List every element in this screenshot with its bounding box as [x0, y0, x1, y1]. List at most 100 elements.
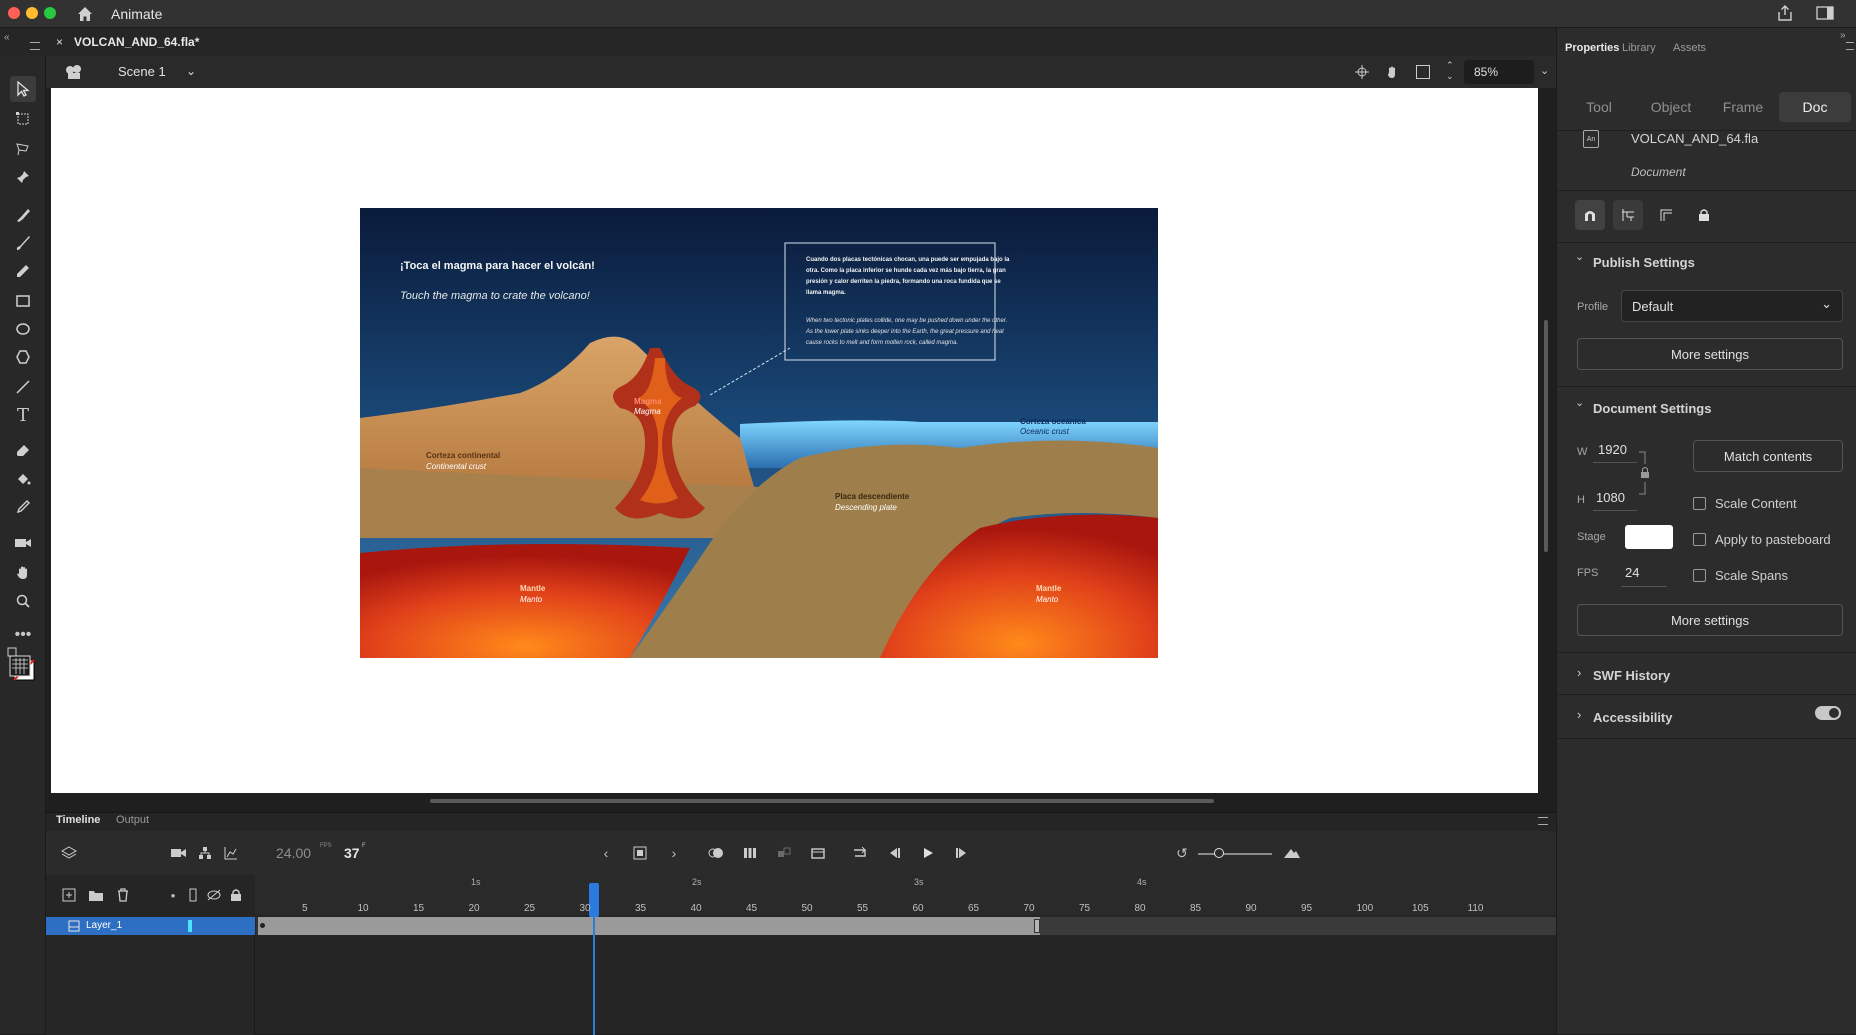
timeline-menu-icon[interactable] [1538, 817, 1548, 825]
next-keyframe-icon[interactable]: › [663, 842, 685, 864]
free-transform-tool-icon[interactable] [10, 106, 36, 132]
layers-icon[interactable] [58, 842, 80, 864]
zoom-field[interactable]: 85% [1464, 60, 1534, 84]
match-contents-button[interactable]: Match contents [1693, 440, 1843, 472]
width-field[interactable]: 1920 [1598, 442, 1627, 457]
frame-zoom-slider[interactable] [1198, 848, 1272, 858]
timeline-tab[interactable]: Timeline [56, 814, 100, 826]
step-back-icon[interactable] [883, 842, 905, 864]
camera-tool-icon[interactable] [10, 530, 36, 556]
subtab-frame[interactable]: Frame [1707, 92, 1779, 122]
zoom-tool-icon[interactable] [10, 588, 36, 614]
tab-assets[interactable]: Assets [1673, 42, 1706, 54]
clip-content-icon[interactable] [1416, 65, 1430, 79]
zoom-dropdown-icon[interactable]: ⌄ [1540, 64, 1549, 77]
swf-history-title[interactable]: SWF History [1593, 668, 1856, 683]
edit-multiple-frames-icon[interactable] [739, 842, 761, 864]
rotate-stage-icon[interactable] [1384, 64, 1400, 80]
layer-parenting-icon[interactable] [194, 842, 216, 864]
hide-layers-icon[interactable] [203, 884, 225, 906]
close-window-button[interactable] [8, 7, 20, 19]
undo-timeline-icon[interactable]: ↺ [1171, 842, 1193, 864]
document-more-settings-button[interactable]: More settings [1577, 604, 1843, 636]
slider-handle[interactable] [1214, 848, 1224, 858]
scene-selector[interactable]: Scene 1 [118, 64, 166, 79]
workspace-layout-icon[interactable] [1816, 5, 1834, 21]
eyedropper-tool-icon[interactable] [10, 494, 36, 520]
tab-library[interactable]: Library [1622, 42, 1656, 54]
tab-properties[interactable]: Properties [1565, 42, 1619, 54]
current-frame[interactable]: 37 [344, 845, 360, 861]
guides-icon[interactable] [1651, 200, 1681, 230]
subtab-doc[interactable]: Doc [1779, 92, 1851, 122]
collapse-panel-icon[interactable]: » [1840, 30, 1846, 41]
maximize-window-button[interactable] [44, 7, 56, 19]
delete-layer-icon[interactable] [112, 884, 134, 906]
snap-to-objects-icon[interactable] [1575, 200, 1605, 230]
subtab-object[interactable]: Object [1635, 92, 1707, 122]
document-settings-title[interactable]: Document Settings [1593, 401, 1856, 416]
highlight-layers-icon[interactable]: ● [162, 884, 184, 906]
publish-settings-chevron-icon[interactable]: ⌄ [1575, 250, 1584, 263]
more-tools-icon[interactable]: ••• [10, 622, 36, 648]
oval-tool-icon[interactable] [10, 316, 36, 342]
accessibility-toggle[interactable] [1815, 706, 1841, 720]
scale-spans-checkbox[interactable] [1693, 569, 1706, 582]
symbol-icon[interactable] [64, 63, 84, 81]
loop-icon[interactable] [849, 842, 871, 864]
paint-brush-tool-icon[interactable] [10, 202, 36, 228]
frame-span[interactable] [256, 917, 1040, 935]
swf-history-chevron-icon[interactable]: › [1577, 665, 1581, 680]
subtab-tool[interactable]: Tool [1563, 92, 1635, 122]
horizontal-scrollbar[interactable] [430, 799, 1214, 803]
home-icon[interactable] [75, 4, 95, 24]
insert-keyframe-icon[interactable] [629, 842, 651, 864]
document-tab[interactable]: VOLCAN_AND_64.fla* [74, 35, 199, 49]
share-icon[interactable] [1776, 4, 1794, 22]
stage[interactable]: ¡Toca el magma para hacer el volcán! Tou… [51, 88, 1538, 793]
publish-settings-title[interactable]: Publish Settings [1593, 255, 1856, 270]
zoom-stepper-icon[interactable]: ⌃ ⌄ [1446, 60, 1454, 82]
scale-content-checkbox[interactable] [1693, 497, 1706, 510]
stroke-fill-swatch-icon[interactable] [6, 646, 38, 682]
ruler-icon[interactable] [1613, 200, 1643, 230]
document-settings-chevron-icon[interactable]: ⌄ [1575, 396, 1584, 409]
polystar-tool-icon[interactable] [10, 344, 36, 370]
minimize-window-button[interactable] [26, 7, 38, 19]
lock-guides-icon[interactable] [1689, 200, 1719, 230]
close-tab-icon[interactable]: × [56, 35, 63, 49]
chevron-down-icon[interactable]: ⌄ [186, 64, 196, 78]
profile-dropdown[interactable]: Default ⌄ [1621, 290, 1843, 322]
previous-keyframe-icon[interactable]: ‹ [595, 842, 617, 864]
text-tool-icon[interactable]: T [10, 402, 36, 428]
vertical-scrollbar[interactable] [1544, 320, 1548, 552]
onion-skin-icon[interactable] [705, 842, 727, 864]
eraser-tool-icon[interactable] [10, 438, 36, 464]
lasso-tool-icon[interactable] [10, 136, 36, 162]
center-stage-icon[interactable] [1354, 64, 1370, 80]
insert-blank-frame-icon[interactable] [807, 842, 829, 864]
brush-tool-icon[interactable] [10, 230, 36, 256]
stage-color-swatch[interactable] [1625, 525, 1673, 549]
camera-icon[interactable] [168, 842, 190, 864]
layer-name[interactable]: Layer_1 [86, 920, 122, 931]
mountain-zoom-icon[interactable] [1281, 842, 1303, 864]
lock-layers-icon[interactable] [225, 884, 247, 906]
link-dimensions-icon[interactable] [1637, 450, 1651, 496]
play-icon[interactable] [917, 842, 939, 864]
pin-tool-icon[interactable] [10, 164, 36, 190]
new-layer-icon[interactable] [58, 884, 80, 906]
publish-more-settings-button[interactable]: More settings [1577, 338, 1843, 370]
panel-menu-icon[interactable] [30, 42, 40, 50]
outline-layers-icon[interactable] [182, 884, 204, 906]
panel-menu-icon[interactable] [1846, 42, 1854, 50]
fps-field[interactable]: 24 [1625, 565, 1639, 580]
step-forward-icon[interactable] [951, 842, 973, 864]
fps-value[interactable]: 24.00 [276, 845, 311, 861]
hand-tool-icon[interactable] [10, 560, 36, 586]
apply-to-pasteboard-checkbox[interactable] [1693, 533, 1706, 546]
layer-row[interactable]: Layer_1 [46, 917, 255, 935]
rectangle-tool-icon[interactable] [10, 288, 36, 314]
empty-frames[interactable] [1040, 917, 1556, 935]
height-field[interactable]: 1080 [1596, 490, 1625, 505]
